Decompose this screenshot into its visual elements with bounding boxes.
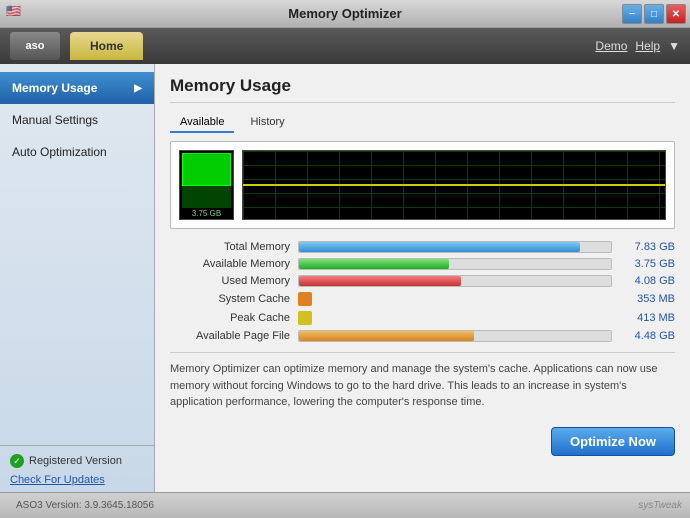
stat-value-pagefile: 4.48 GB	[620, 330, 675, 342]
nav-bar: aso Home Demo Help ▼	[0, 28, 690, 64]
optimize-bar: Optimize Now	[170, 421, 675, 458]
stat-bar-total	[298, 241, 612, 253]
brand-text: sysTweak	[638, 500, 682, 511]
maximize-button[interactable]: □	[644, 4, 664, 24]
description-text: Memory Optimizer can optimize memory and…	[170, 352, 675, 411]
bar-available	[299, 259, 449, 269]
sidebar: Memory Usage ▶ Manual Settings Auto Opti…	[0, 64, 155, 492]
stats-area: Total Memory 7.83 GB Available Memory 3.…	[170, 241, 675, 342]
window-title: Memory Optimizer	[288, 6, 401, 21]
flag-icon: 🇺🇸	[6, 4, 21, 18]
home-tab[interactable]: Home	[70, 32, 143, 60]
window-controls: − □ ✕	[622, 4, 686, 24]
help-dropdown-icon[interactable]: ▼	[668, 39, 680, 53]
registered-badge: ✓ Registered Version	[10, 454, 144, 468]
sidebar-item-memory-usage[interactable]: Memory Usage ▶	[0, 72, 154, 104]
stat-row-used: Used Memory 4.08 GB	[170, 275, 675, 287]
bar-pagefile	[299, 331, 474, 341]
content-area: Memory Usage Available History 3.75 GB	[155, 64, 690, 492]
tab-bar: Available History	[170, 113, 675, 133]
close-button[interactable]: ✕	[666, 4, 686, 24]
stat-row-total: Total Memory 7.83 GB	[170, 241, 675, 253]
stat-row-available: Available Memory 3.75 GB	[170, 258, 675, 270]
help-link[interactable]: Help	[635, 39, 660, 53]
stat-value-used: 4.08 GB	[620, 275, 675, 287]
stat-label-used: Used Memory	[170, 275, 290, 287]
stat-value-syscache: 353 MB	[620, 293, 675, 305]
sidebar-item-manual-settings[interactable]: Manual Settings	[0, 104, 154, 136]
app-logo: aso	[10, 32, 60, 60]
graph-trend-line	[243, 184, 665, 186]
bar-used	[299, 276, 461, 286]
stat-bar-used	[298, 275, 612, 287]
sidebar-bottom: ✓ Registered Version Check For Updates	[0, 445, 154, 492]
stat-label-pagefile: Available Page File	[170, 330, 290, 342]
stat-label-peakcache: Peak Cache	[170, 312, 290, 324]
page-title: Memory Usage	[170, 76, 675, 103]
sidebar-item-auto-optimization[interactable]: Auto Optimization	[0, 136, 154, 168]
sidebar-item-label: Manual Settings	[12, 113, 98, 127]
sidebar-arrow-icon: ▶	[134, 83, 142, 94]
stat-bar-available	[298, 258, 612, 270]
stat-row-peakcache: Peak Cache 413 MB	[170, 311, 675, 325]
stat-label-available: Available Memory	[170, 258, 290, 270]
stat-value-total: 7.83 GB	[620, 241, 675, 253]
mini-bar-used	[182, 153, 231, 186]
stat-value-available: 3.75 GB	[620, 258, 675, 270]
stat-value-peakcache: 413 MB	[620, 312, 675, 324]
sidebar-item-label: Auto Optimization	[12, 145, 107, 159]
version-text: ASO3 Version: 3.9.3645.18056	[8, 500, 638, 511]
tab-history[interactable]: History	[240, 113, 294, 133]
title-bar: 🇺🇸 Memory Optimizer − □ ✕	[0, 0, 690, 28]
tab-available[interactable]: Available	[170, 113, 234, 133]
sidebar-item-label: Memory Usage	[12, 81, 97, 95]
syscache-icon	[298, 292, 312, 306]
graph-section: 3.75 GB	[170, 141, 675, 229]
optimize-now-button[interactable]: Optimize Now	[551, 427, 675, 456]
check-updates-link[interactable]: Check For Updates	[10, 474, 144, 486]
nav-right: Demo Help ▼	[595, 39, 680, 53]
peakcache-icon	[298, 311, 312, 325]
main-layout: Memory Usage ▶ Manual Settings Auto Opti…	[0, 64, 690, 492]
registered-text: Registered Version	[29, 455, 122, 467]
stat-label-total: Total Memory	[170, 241, 290, 253]
minimize-button[interactable]: −	[622, 4, 642, 24]
main-memory-graph	[242, 150, 666, 220]
stat-row-syscache: System Cache 353 MB	[170, 292, 675, 306]
stat-row-pagefile: Available Page File 4.48 GB	[170, 330, 675, 342]
demo-link[interactable]: Demo	[595, 39, 627, 53]
stat-bar-pagefile	[298, 330, 612, 342]
bar-total	[299, 242, 580, 252]
stat-label-syscache: System Cache	[170, 293, 290, 305]
status-bar: ASO3 Version: 3.9.3645.18056 sysTweak	[0, 492, 690, 518]
registered-icon: ✓	[10, 454, 24, 468]
mini-graph-label: 3.75 GB	[180, 208, 233, 219]
mini-memory-graph: 3.75 GB	[179, 150, 234, 220]
